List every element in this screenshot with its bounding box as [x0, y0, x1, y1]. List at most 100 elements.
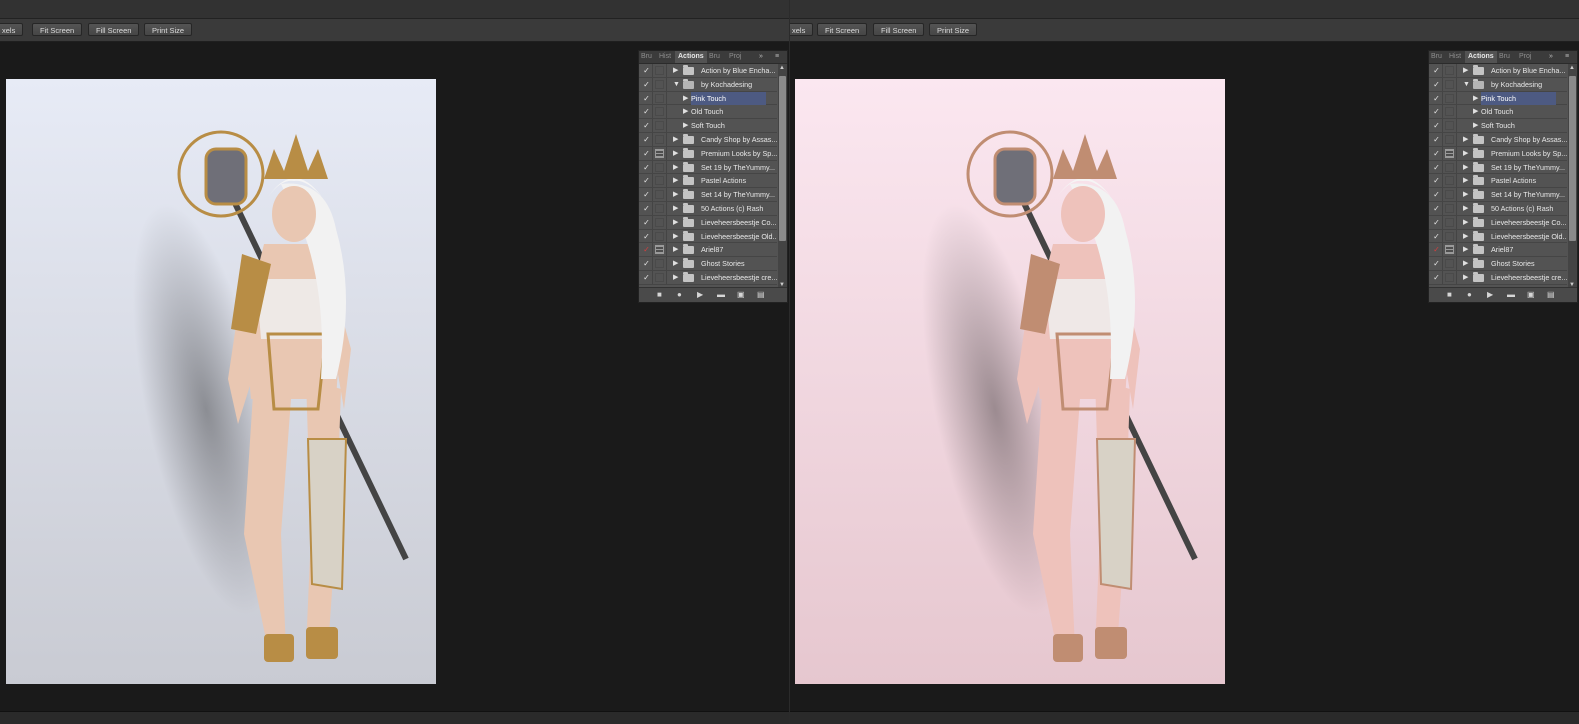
tab-hist[interactable]: Hist — [1449, 51, 1461, 63]
chevron-right-icon[interactable]: ▶ — [1463, 218, 1468, 228]
chevron-right-icon[interactable]: ▶ — [673, 163, 678, 173]
list-item[interactable]: ✓ ▶ Lieveheersbeestje Old... — [1429, 229, 1567, 244]
toggle-check-icon[interactable]: ✓ — [642, 149, 651, 159]
panel-scrollbar[interactable]: ▲ ▼ — [1568, 64, 1577, 289]
list-item[interactable]: ✓ ▶ Premium Looks by Sp... — [639, 146, 777, 161]
tab-actions[interactable]: Actions — [1465, 51, 1497, 63]
dialog-toggle-icon[interactable] — [1445, 176, 1454, 186]
dialog-toggle-icon[interactable] — [655, 93, 664, 103]
list-item[interactable]: ✓ ▶ 50 Actions (c) Rash — [1429, 202, 1567, 216]
dialog-toggle-icon[interactable] — [655, 190, 664, 200]
list-item[interactable]: ✓ ▶ Pink Touch — [639, 91, 777, 106]
panel-menu-icon[interactable]: ≡ — [775, 51, 779, 63]
scroll-thumb[interactable] — [779, 76, 786, 241]
dialog-toggle-icon[interactable] — [1445, 204, 1454, 213]
fit-screen-button[interactable]: Fit Screen — [817, 23, 868, 36]
list-item[interactable]: ✓ ▼ by Kochadesing — [639, 77, 777, 92]
list-item[interactable]: ✓ ▶ Ariel87 — [639, 243, 777, 258]
play-icon[interactable]: ▶ — [1487, 290, 1493, 300]
toggle-check-icon[interactable]: ✓ — [1432, 66, 1441, 76]
toggle-check-icon[interactable]: ✓ — [642, 94, 651, 104]
list-item[interactable]: ✓ ▶ Set 19 by TheYummy... — [1429, 160, 1567, 175]
scroll-up-icon[interactable]: ▲ — [779, 65, 785, 71]
fill-screen-button[interactable]: Fill Screen — [873, 23, 925, 36]
dialog-toggle-icon[interactable] — [1445, 190, 1454, 200]
dialog-toggle-icon[interactable] — [655, 107, 664, 117]
list-item[interactable]: ✓ ▶ Old Touch — [1429, 105, 1567, 120]
list-item[interactable]: ✓ ▶ Ariel87 — [1429, 243, 1567, 258]
chevron-right-icon[interactable]: ▶ — [673, 273, 678, 283]
toggle-check-icon[interactable]: ✓ — [1432, 80, 1441, 90]
chevron-right-icon[interactable]: ▶ — [1463, 245, 1468, 255]
toggle-check-icon[interactable]: ✓ — [1432, 245, 1441, 255]
toggle-check-icon[interactable]: ✓ — [642, 107, 651, 117]
toggle-check-icon[interactable]: ✓ — [1432, 94, 1441, 104]
dialog-toggle-icon[interactable] — [1445, 66, 1454, 75]
chevron-right-icon[interactable]: ▶ — [1463, 149, 1468, 159]
toggle-check-icon[interactable]: ✓ — [642, 121, 651, 131]
dialog-toggle-icon[interactable] — [1445, 148, 1454, 158]
print-size-button[interactable]: Print Size — [144, 23, 193, 36]
toggle-check-icon[interactable]: ✓ — [642, 176, 651, 186]
record-icon[interactable]: ● — [1467, 290, 1472, 300]
dialog-toggle-icon[interactable] — [655, 135, 664, 144]
toggle-check-icon[interactable]: ✓ — [1432, 121, 1441, 131]
toggle-check-icon[interactable]: ✓ — [642, 232, 651, 242]
chevron-right-icon[interactable]: ▶ — [673, 218, 678, 228]
toggle-check-icon[interactable]: ✓ — [1432, 176, 1441, 186]
toggle-check-icon[interactable]: ✓ — [1432, 204, 1441, 214]
dialog-toggle-icon[interactable] — [1445, 135, 1454, 144]
chevron-right-icon[interactable]: ▶ — [673, 245, 678, 255]
play-icon[interactable]: ▶ — [697, 290, 703, 300]
actual-pixels-button[interactable]: xels — [0, 23, 24, 36]
list-item[interactable]: ✓ ▶ Lieveheersbeestje cre... — [639, 271, 777, 285]
chevron-right-icon[interactable]: ▶ — [683, 121, 688, 131]
chevron-right-icon[interactable]: ▶ — [673, 66, 678, 76]
toggle-check-icon[interactable]: ✓ — [642, 245, 651, 255]
list-item[interactable]: ✓ ▶ Lieveheersbeestje Co... — [1429, 215, 1567, 230]
dialog-toggle-icon[interactable] — [1445, 121, 1454, 131]
list-item[interactable]: ✓ ▶ Set 14 by TheYummy... — [639, 188, 777, 202]
chevron-right-icon[interactable]: ▶ — [1463, 176, 1468, 186]
stop-icon[interactable]: ■ — [657, 290, 662, 300]
dialog-toggle-icon[interactable] — [1445, 259, 1454, 269]
toggle-check-icon[interactable]: ✓ — [642, 80, 651, 90]
toggle-check-icon[interactable]: ✓ — [1432, 218, 1441, 228]
toggle-check-icon[interactable]: ✓ — [1432, 190, 1441, 200]
record-icon[interactable]: ● — [677, 290, 682, 300]
chevron-right-icon[interactable]: ▶ — [1463, 259, 1468, 269]
list-item[interactable]: ✓ ▶ Set 14 by TheYummy... — [1429, 188, 1567, 202]
dialog-toggle-icon[interactable] — [655, 66, 664, 75]
delete-icon[interactable]: ▤ — [1547, 290, 1555, 300]
delete-icon[interactable]: ▤ — [757, 290, 765, 300]
toggle-check-icon[interactable]: ✓ — [1432, 149, 1441, 159]
list-item[interactable]: ✓ ▶ Lieveheersbeestje cre... — [1429, 271, 1567, 285]
chevron-right-icon[interactable]: ▶ — [673, 149, 678, 159]
dialog-toggle-icon[interactable] — [655, 259, 664, 269]
toggle-check-icon[interactable]: ✓ — [1432, 107, 1441, 117]
toggle-check-icon[interactable]: ✓ — [642, 273, 651, 283]
toggle-check-icon[interactable]: ✓ — [642, 259, 651, 269]
tab-bru[interactable]: Bru — [709, 51, 720, 63]
new-action-icon[interactable]: ▣ — [737, 290, 745, 300]
list-item[interactable]: ✓ ▶ Premium Looks by Sp... — [1429, 146, 1567, 161]
dialog-toggle-icon[interactable] — [1445, 162, 1454, 172]
toggle-check-icon[interactable]: ✓ — [1432, 259, 1441, 269]
list-item[interactable]: ✓ ▶ Soft Touch — [639, 119, 777, 133]
toggle-check-icon[interactable]: ✓ — [1432, 163, 1441, 173]
panel-menu-icon[interactable]: ≡ — [1565, 51, 1569, 63]
toggle-check-icon[interactable]: ✓ — [642, 204, 651, 214]
chevron-right-icon[interactable]: ▶ — [1463, 204, 1468, 214]
tab-bru[interactable]: Bru — [641, 51, 652, 63]
toggle-check-icon[interactable]: ✓ — [1432, 273, 1441, 283]
chevron-right-icon[interactable]: ▶ — [1473, 121, 1478, 131]
fill-screen-button[interactable]: Fill Screen — [88, 23, 140, 36]
dialog-toggle-icon[interactable] — [655, 245, 664, 255]
actual-pixels-button[interactable]: xels — [790, 23, 814, 36]
new-action-icon[interactable]: ▣ — [1527, 290, 1535, 300]
chevron-right-icon[interactable]: ▶ — [673, 135, 678, 145]
fit-screen-button[interactable]: Fit Screen — [32, 23, 83, 36]
chevron-down-icon[interactable]: ▼ — [673, 80, 680, 90]
scroll-thumb[interactable] — [1569, 76, 1576, 241]
toggle-check-icon[interactable]: ✓ — [642, 66, 651, 76]
